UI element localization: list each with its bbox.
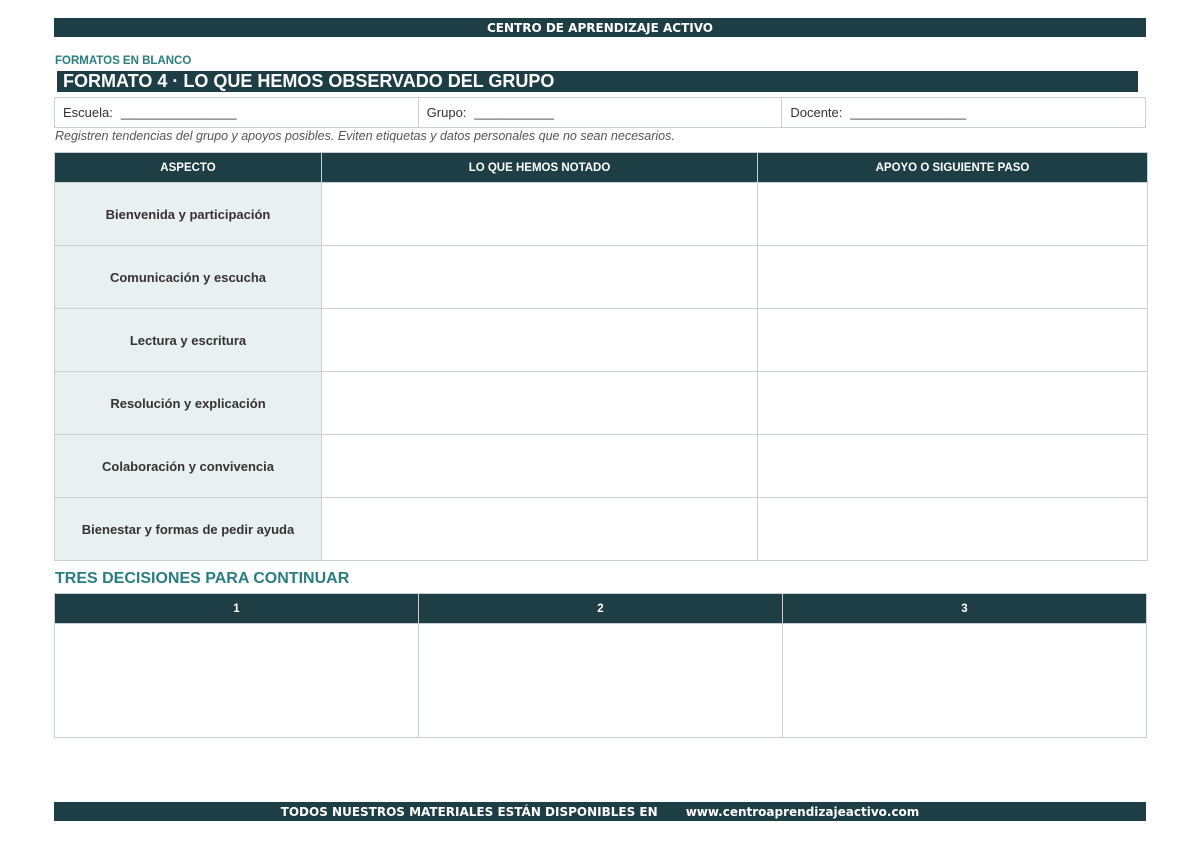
decision-header-2: 2 xyxy=(418,593,783,624)
aspect-cell: Bienestar y formas de pedir ayuda xyxy=(54,497,322,561)
header-banner: CENTRO DE APRENDIZAJE ACTIVO xyxy=(54,18,1146,37)
decision-cell-2[interactable] xyxy=(418,623,783,738)
noticed-cell[interactable] xyxy=(321,245,758,309)
form-title: FORMATO 4 · LO QUE HEMOS OBSERVADO DEL G… xyxy=(57,71,1138,92)
teacher-blank: ________________ xyxy=(850,105,967,120)
school-label: Escuela: xyxy=(63,105,113,120)
footer-url[interactable]: www.centroaprendizajeactivo.com xyxy=(686,805,920,819)
table-row: Colaboración y convivencia xyxy=(54,434,1148,498)
noticed-cell[interactable] xyxy=(321,497,758,561)
support-cell[interactable] xyxy=(757,497,1148,561)
group-blank: ___________ xyxy=(474,105,554,120)
decision-header-1: 1 xyxy=(54,593,419,624)
school-blank: ________________ xyxy=(120,105,237,120)
instructions: Registren tendencias del grupo y apoyos … xyxy=(55,129,675,143)
table-row: Bienestar y formas de pedir ayuda xyxy=(54,497,1148,561)
support-cell[interactable] xyxy=(757,371,1148,435)
decision-cell-1[interactable] xyxy=(54,623,419,738)
table-row: Lectura y escritura xyxy=(54,308,1148,372)
header-noticed: LO QUE HEMOS NOTADO xyxy=(321,152,758,183)
footer-banner: TODOS NUESTROS MATERIALES ESTÁN DISPONIB… xyxy=(54,802,1146,821)
aspect-cell: Lectura y escritura xyxy=(54,308,322,372)
observation-table: ASPECTO LO QUE HEMOS NOTADO APOYO O SIGU… xyxy=(54,152,1148,561)
footer-text: TODOS NUESTROS MATERIALES ESTÁN DISPONIB… xyxy=(280,804,658,819)
aspect-cell: Bienvenida y participación xyxy=(54,182,322,246)
header-support: APOYO O SIGUIENTE PASO xyxy=(757,152,1148,183)
noticed-cell[interactable] xyxy=(321,308,758,372)
support-cell[interactable] xyxy=(757,434,1148,498)
aspect-cell: Comunicación y escucha xyxy=(54,245,322,309)
aspect-cell: Resolución y explicación xyxy=(54,371,322,435)
decisions-title: TRES DECISIONES PARA CONTINUAR xyxy=(55,570,350,587)
group-label: Grupo: xyxy=(426,105,467,120)
decisions-row xyxy=(54,623,1147,738)
decisions-header-row: 1 2 3 xyxy=(54,593,1147,624)
group-field[interactable]: Grupo: ___________ xyxy=(419,98,783,127)
table-row: Comunicación y escucha xyxy=(54,245,1148,309)
table-header-row: ASPECTO LO QUE HEMOS NOTADO APOYO O SIGU… xyxy=(54,152,1148,183)
table-row: Bienvenida y participación xyxy=(54,182,1148,246)
noticed-cell[interactable] xyxy=(321,182,758,246)
aspect-cell: Colaboración y convivencia xyxy=(54,434,322,498)
support-cell[interactable] xyxy=(757,182,1148,246)
noticed-cell[interactable] xyxy=(321,371,758,435)
teacher-label: Docente: xyxy=(790,105,843,120)
section-label: FORMATOS EN BLANCO xyxy=(55,55,192,67)
info-row: Escuela: ________________ Grupo: _______… xyxy=(54,97,1146,128)
decision-header-3: 3 xyxy=(782,593,1147,624)
decision-cell-3[interactable] xyxy=(782,623,1147,738)
decisions-table: 1 2 3 xyxy=(54,593,1147,738)
support-cell[interactable] xyxy=(757,308,1148,372)
support-cell[interactable] xyxy=(757,245,1148,309)
table-row: Resolución y explicación xyxy=(54,371,1148,435)
school-field[interactable]: Escuela: ________________ xyxy=(55,98,419,127)
noticed-cell[interactable] xyxy=(321,434,758,498)
teacher-field[interactable]: Docente: ________________ xyxy=(782,98,1145,127)
header-aspect: ASPECTO xyxy=(54,152,322,183)
